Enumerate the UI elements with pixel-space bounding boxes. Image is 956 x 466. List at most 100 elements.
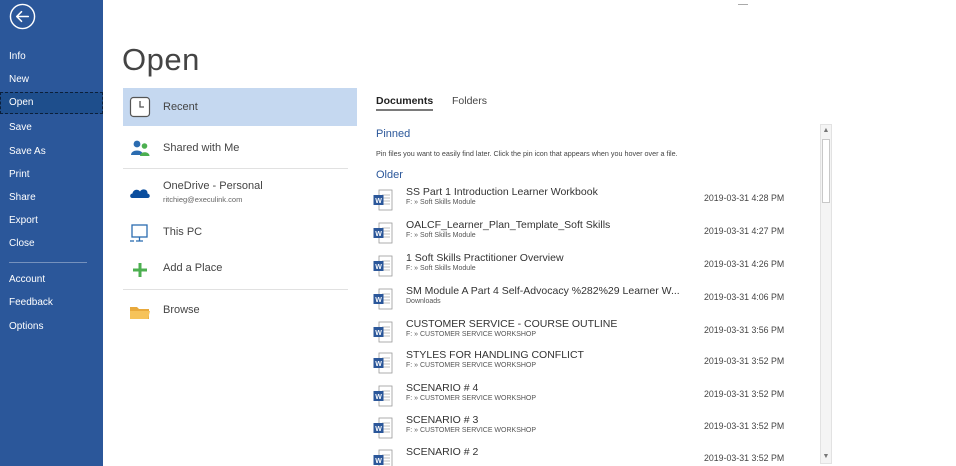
place-label: This PC — [163, 226, 203, 238]
pinned-heading: Pinned — [376, 128, 411, 140]
file-row[interactable]: W SS Part 1 Introduction Learner Workboo… — [372, 186, 812, 218]
file-name: SCENARIO # 2 — [406, 446, 479, 458]
svg-text:W: W — [375, 330, 382, 337]
file-name: CUSTOMER SERVICE - COURSE OUTLINE — [406, 318, 618, 330]
svg-text:W: W — [375, 231, 382, 238]
svg-text:W: W — [375, 394, 382, 401]
place-recent[interactable]: Recent — [123, 88, 357, 126]
tab-folders[interactable]: Folders — [452, 95, 487, 107]
nav-share[interactable]: Share — [0, 187, 103, 209]
pinned-hint: Pin files you want to easily find later.… — [376, 149, 678, 158]
nav-account[interactable]: Account — [0, 269, 103, 291]
nav-divider — [9, 262, 87, 263]
place-label: Browse — [163, 304, 200, 316]
svg-text:W: W — [375, 264, 382, 271]
place-onedrive[interactable]: OneDrive - Personal ritchieg@execulink.c… — [123, 172, 357, 210]
scroll-down-icon[interactable]: ▼ — [821, 451, 831, 463]
word-doc-icon: W — [373, 321, 393, 343]
nav-save[interactable]: Save — [0, 117, 103, 139]
scroll-thumb[interactable] — [822, 139, 830, 203]
backstage-sidebar: Info New Open Save Save As Print Share E… — [0, 0, 103, 466]
file-name: STYLES FOR HANDLING CONFLICT — [406, 349, 584, 361]
title-bar-fragment — [738, 4, 748, 5]
nav-export[interactable]: Export — [0, 210, 103, 232]
svg-text:W: W — [375, 198, 382, 205]
file-path: F: » Soft Skills Module — [406, 199, 476, 206]
file-path: Downloads — [406, 298, 441, 305]
place-label: Shared with Me — [163, 142, 240, 154]
nav-options[interactable]: Options — [0, 316, 103, 338]
file-row[interactable]: W 1 Soft Skills Practitioner Overview F:… — [372, 252, 812, 284]
file-name: SM Module A Part 4 Self-Advocacy %282%29… — [406, 285, 680, 297]
clock-icon — [129, 96, 151, 118]
svg-text:W: W — [375, 458, 382, 465]
older-heading: Older — [376, 169, 403, 181]
place-divider — [123, 289, 348, 290]
file-date: 2019-03-31 3:56 PM — [704, 325, 785, 335]
word-doc-icon: W — [373, 417, 393, 439]
svg-text:W: W — [375, 297, 382, 304]
file-name: SCENARIO # 3 — [406, 414, 479, 426]
file-row[interactable]: W SCENARIO # 3 F: » CUSTOMER SERVICE WOR… — [372, 414, 812, 446]
folder-icon — [130, 307, 150, 319]
place-divider — [123, 168, 348, 169]
file-path: F: » CUSTOMER SERVICE WORKSHOP — [406, 362, 537, 369]
page-title: Open — [122, 42, 200, 77]
word-doc-icon: W — [373, 189, 393, 211]
people-icon — [131, 140, 150, 156]
file-name: SS Part 1 Introduction Learner Workbook — [406, 186, 598, 198]
tab-documents[interactable]: Documents — [376, 95, 434, 111]
word-doc-icon: W — [373, 352, 393, 374]
file-date: 2019-03-31 4:06 PM — [704, 292, 785, 302]
file-path: F: » CUSTOMER SERVICE WORKSHOP — [406, 331, 537, 338]
scroll-up-icon[interactable]: ▲ — [821, 125, 831, 137]
nav-info[interactable]: Info — [0, 46, 103, 68]
file-path: F: » Soft Skills Module — [406, 265, 476, 272]
file-name: 1 Soft Skills Practitioner Overview — [406, 252, 564, 264]
word-template-icon: W — [373, 222, 393, 244]
svg-text:W: W — [375, 361, 382, 368]
file-name: OALCF_Learner_Plan_Template_Soft Skills — [406, 219, 611, 231]
computer-icon — [130, 224, 148, 242]
file-date: 2019-03-31 3:52 PM — [704, 421, 785, 431]
nav-new[interactable]: New — [0, 69, 103, 91]
place-label: OneDrive - Personal — [163, 180, 263, 192]
file-date: 2019-03-31 3:52 PM — [704, 453, 785, 463]
file-date: 2019-03-31 4:26 PM — [704, 259, 785, 269]
file-row[interactable]: W OALCF_Learner_Plan_Template_Soft Skill… — [372, 219, 812, 251]
file-date: 2019-03-31 3:52 PM — [704, 389, 785, 399]
nav-feedback[interactable]: Feedback — [0, 292, 103, 314]
file-row[interactable]: W SCENARIO # 4 F: » CUSTOMER SERVICE WOR… — [372, 382, 812, 414]
file-row[interactable]: W CUSTOMER SERVICE - COURSE OUTLINE F: »… — [372, 318, 812, 350]
file-date: 2019-03-31 4:27 PM — [704, 226, 785, 236]
cloud-icon — [130, 189, 150, 198]
file-name: SCENARIO # 4 — [406, 382, 479, 394]
place-label: Recent — [163, 101, 198, 113]
file-path: F: » CUSTOMER SERVICE WORKSHOP — [406, 427, 537, 434]
place-account-email: ritchieg@execulink.com — [163, 195, 243, 204]
nav-open[interactable]: Open — [0, 92, 103, 114]
file-row[interactable]: W SCENARIO # 2 2019-03-31 3:52 PM — [372, 446, 812, 466]
file-path: F: » Soft Skills Module — [406, 232, 476, 239]
place-shared-with-me[interactable]: Shared with Me — [123, 129, 357, 167]
file-row[interactable]: W SM Module A Part 4 Self-Advocacy %282%… — [372, 285, 812, 317]
place-add-a-place[interactable]: Add a Place — [123, 250, 357, 288]
file-path: F: » CUSTOMER SERVICE WORKSHOP — [406, 395, 537, 402]
nav-print[interactable]: Print — [0, 164, 103, 186]
word-doc-icon: W — [373, 255, 393, 277]
file-list-scrollbar[interactable]: ▲ ▼ — [820, 124, 832, 464]
file-date: 2019-03-31 4:28 PM — [704, 193, 785, 203]
file-row[interactable]: W STYLES FOR HANDLING CONFLICT F: » CUST… — [372, 349, 812, 381]
file-date: 2019-03-31 3:52 PM — [704, 356, 785, 366]
svg-text:W: W — [375, 426, 382, 433]
place-label: Add a Place — [163, 262, 223, 274]
place-browse[interactable]: Browse — [123, 292, 357, 330]
nav-save-as[interactable]: Save As — [0, 141, 103, 163]
word-doc-icon: W — [373, 288, 393, 310]
place-this-pc[interactable]: This PC — [123, 214, 357, 252]
plus-icon — [133, 263, 147, 277]
word-doc-icon: W — [373, 449, 393, 466]
word-doc-icon: W — [373, 385, 393, 407]
nav-close[interactable]: Close — [0, 233, 103, 255]
back-arrow-icon[interactable] — [9, 3, 36, 30]
